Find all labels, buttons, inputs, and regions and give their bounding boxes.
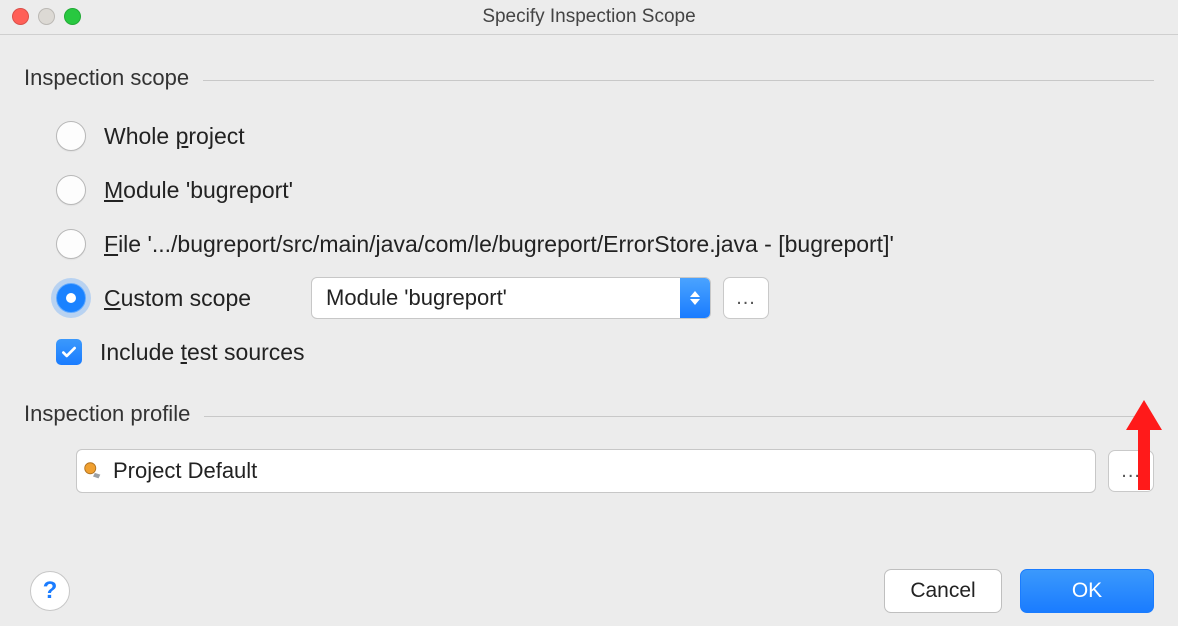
custom-scope-browse-button[interactable]: ... — [723, 277, 769, 319]
annotation-arrow-icon — [1122, 400, 1166, 500]
option-file[interactable]: File '.../bugreport/src/main/java/com/le… — [56, 217, 1154, 271]
option-whole-project-label: Whole project — [104, 123, 245, 150]
custom-scope-controls: Module 'bugreport' ... — [311, 277, 769, 319]
option-include-test-sources-label: Include test sources — [100, 339, 305, 366]
section-divider — [204, 416, 1154, 417]
option-module[interactable]: Module 'bugreport' — [56, 163, 1154, 217]
profile-row: Project Default ... — [24, 449, 1154, 493]
option-custom-scope[interactable]: Custom scope Module 'bugreport' ... — [56, 271, 1154, 325]
stepper-arrows-icon[interactable] — [680, 278, 710, 318]
close-window-button[interactable] — [12, 8, 29, 25]
help-button[interactable]: ? — [30, 571, 70, 611]
option-include-test-sources[interactable]: Include test sources — [56, 325, 1154, 379]
window-title: Specify Inspection Scope — [482, 6, 695, 28]
scope-options: Whole project Module 'bugreport' File '.… — [24, 109, 1154, 379]
option-module-label: Module 'bugreport' — [104, 177, 293, 204]
dialog-content: Inspection scope Whole project Module 'b… — [0, 35, 1178, 493]
checkbox-include-test-sources[interactable] — [56, 339, 82, 365]
inspection-profile-value: Project Default — [109, 450, 1085, 492]
custom-scope-combo-value: Module 'bugreport' — [312, 278, 680, 318]
radio-module[interactable] — [56, 175, 86, 205]
cancel-button[interactable]: Cancel — [884, 569, 1002, 613]
section-inspection-scope-label: Inspection scope — [24, 65, 189, 91]
inspection-profile-combo[interactable]: Project Default — [76, 449, 1096, 493]
profile-gear-icon — [77, 450, 109, 492]
option-custom-scope-label: Custom scope — [104, 285, 251, 312]
option-whole-project[interactable]: Whole project — [56, 109, 1154, 163]
zoom-window-button[interactable] — [64, 8, 81, 25]
option-file-label: File '.../bugreport/src/main/java/com/le… — [104, 231, 894, 258]
traffic-lights — [12, 8, 81, 25]
section-inspection-profile: Inspection profile — [24, 401, 1154, 427]
section-inspection-profile-label: Inspection profile — [24, 401, 190, 427]
radio-file[interactable] — [56, 229, 86, 259]
ok-button[interactable]: OK — [1020, 569, 1154, 613]
radio-custom-scope[interactable] — [56, 283, 86, 313]
dialog-footer: ? Cancel OK — [0, 556, 1178, 626]
stepper-arrows-icon[interactable] — [1085, 450, 1095, 492]
section-divider — [203, 80, 1154, 81]
radio-whole-project[interactable] — [56, 121, 86, 151]
minimize-window-button[interactable] — [38, 8, 55, 25]
section-inspection-scope: Inspection scope — [24, 65, 1154, 91]
checkmark-icon — [60, 343, 78, 361]
titlebar: Specify Inspection Scope — [0, 0, 1178, 34]
custom-scope-combo[interactable]: Module 'bugreport' — [311, 277, 711, 319]
